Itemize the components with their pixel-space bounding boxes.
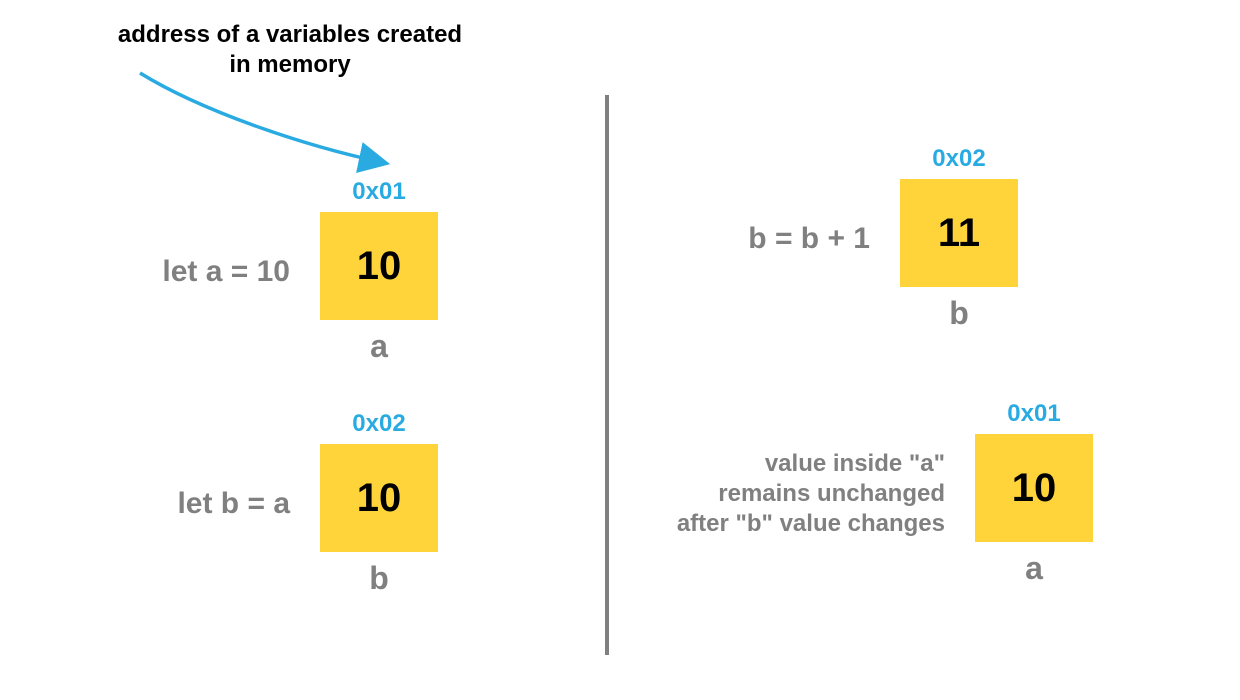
memory-address: 0x02	[932, 145, 985, 173]
memory-var-name: b	[369, 560, 389, 597]
memory-var-name: a	[370, 328, 388, 365]
cell-label-line1: value inside "a"	[645, 449, 945, 479]
memory-box: 0x02 11 b	[900, 145, 1018, 332]
memory-var-name: a	[1025, 550, 1043, 587]
cell-label: let a = 10	[140, 253, 290, 291]
vertical-divider	[605, 95, 609, 655]
callout-line2: in memory	[100, 50, 480, 80]
memory-var-name: b	[949, 295, 969, 332]
cell-label-line2: remains unchanged	[645, 479, 945, 509]
callout-text: address of a variables created in memory	[100, 20, 480, 80]
cell-b-increment: b = b + 1 0x02 11 b	[700, 145, 1018, 332]
memory-box: 0x01 10 a	[975, 400, 1093, 587]
cell-let-b: let b = a 0x02 10 b	[145, 410, 438, 597]
memory-box: 0x02 10 b	[320, 410, 438, 597]
memory-address: 0x01	[352, 178, 405, 206]
memory-address: 0x02	[352, 410, 405, 438]
cell-label: value inside "a" remains unchanged after…	[645, 449, 945, 539]
memory-value: 11	[900, 179, 1018, 287]
cell-label: let b = a	[145, 485, 290, 523]
cell-let-a: let a = 10 0x01 10 a	[140, 178, 438, 365]
memory-box: 0x01 10 a	[320, 178, 438, 365]
cell-a-unchanged: value inside "a" remains unchanged after…	[645, 400, 1093, 587]
memory-value: 10	[975, 434, 1093, 542]
memory-address: 0x01	[1007, 400, 1060, 428]
memory-value: 10	[320, 212, 438, 320]
memory-value: 10	[320, 444, 438, 552]
cell-label-line3: after "b" value changes	[645, 509, 945, 539]
cell-label: b = b + 1	[700, 220, 870, 258]
callout-line1: address of a variables created	[100, 20, 480, 50]
